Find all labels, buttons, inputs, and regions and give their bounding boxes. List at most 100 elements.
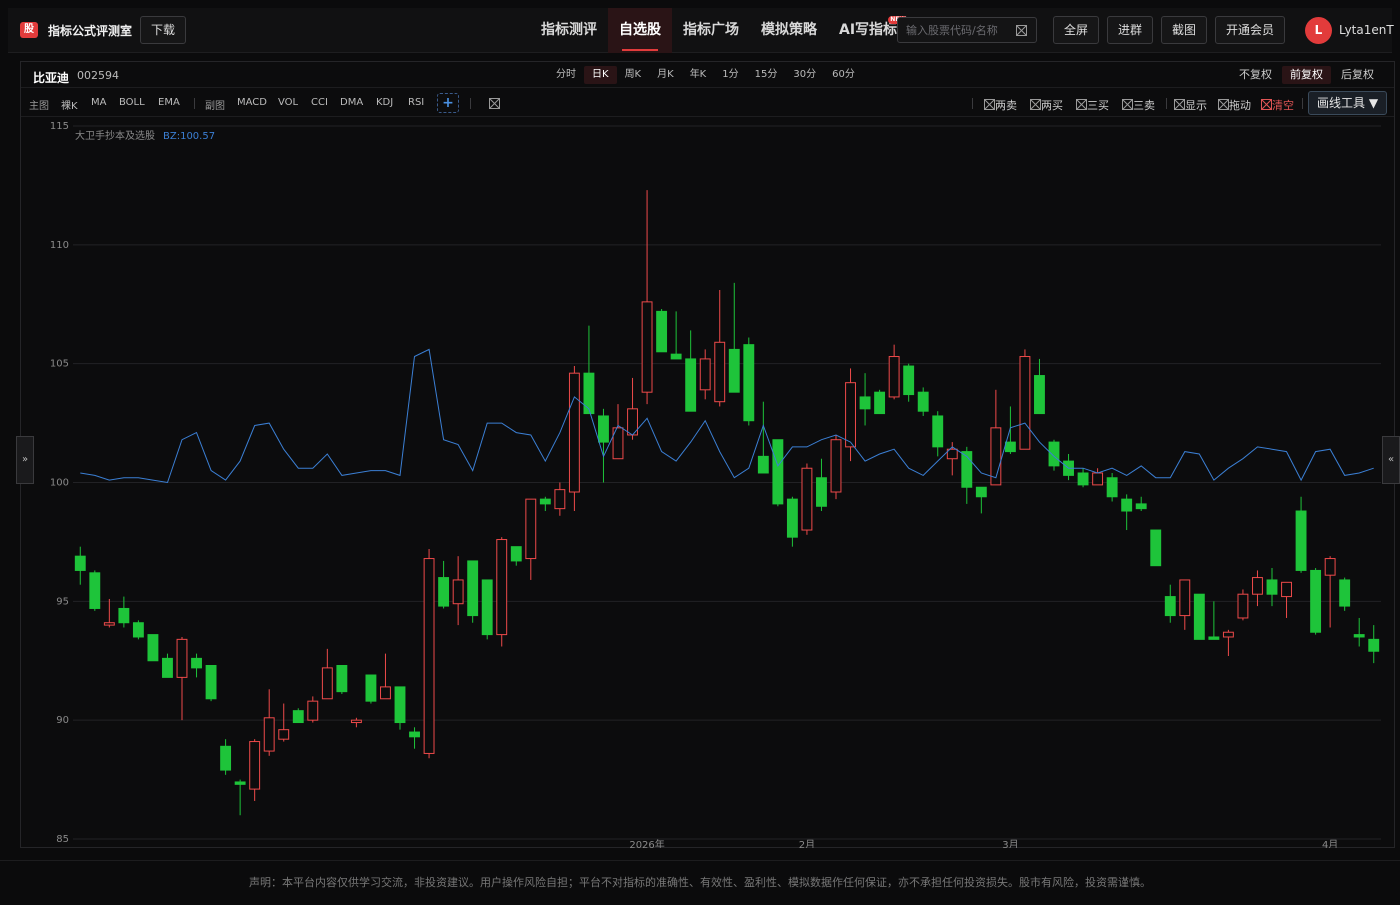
expand-left-icon[interactable]: » xyxy=(16,436,34,484)
nav-item-indicator-review[interactable]: 指标测评 xyxy=(530,8,608,53)
x-tick-label: 4月 xyxy=(1322,839,1338,848)
period-15min[interactable]: 15分 xyxy=(747,66,786,84)
expand-right-icon[interactable]: « xyxy=(1382,436,1400,484)
indicator-kdj[interactable]: KDJ xyxy=(376,97,393,108)
tool-label: 两买 xyxy=(1041,99,1063,112)
indicator-cci[interactable]: CCI xyxy=(311,97,328,108)
indicator-ema[interactable]: EMA xyxy=(158,97,180,108)
checkbox-icon xyxy=(1030,99,1041,110)
candle-body xyxy=(699,358,711,391)
disclaimer: 声明：本平台内容仅供学习交流，非投资建议。用户操作风险自担；平台不对指标的准确性… xyxy=(0,860,1400,900)
candle-body xyxy=(147,634,159,662)
add-indicator-button[interactable]: + xyxy=(437,93,459,113)
candle xyxy=(321,648,333,700)
candle xyxy=(1092,468,1104,486)
adjust-forward[interactable]: 前复权 xyxy=(1282,66,1331,84)
candle-body xyxy=(670,353,682,360)
candle-body xyxy=(1150,529,1162,567)
candle-body xyxy=(205,665,217,700)
candlestick-chart[interactable]: 115110105100959085 2026年 2月 3月 4月 大卫手抄本及选股 … xyxy=(21,118,1394,848)
candle xyxy=(830,434,842,500)
x-tick-label: 2026年 xyxy=(629,838,664,848)
join-group-button[interactable]: 进群 xyxy=(1107,16,1154,44)
candle-body xyxy=(728,348,740,393)
clear-search-icon[interactable] xyxy=(1016,25,1027,36)
open-vip-button[interactable]: 开通会员 xyxy=(1215,16,1286,44)
candle-body xyxy=(1237,593,1249,619)
candle xyxy=(234,779,246,816)
period-daily[interactable]: 日K xyxy=(584,66,617,84)
tool-three-sell[interactable]: 三卖 xyxy=(1122,97,1155,113)
candle xyxy=(1222,629,1234,656)
candle xyxy=(1193,593,1205,640)
tool-show[interactable]: 显示 xyxy=(1174,97,1207,113)
candle-body xyxy=(74,555,86,571)
candle-body xyxy=(89,572,101,609)
username[interactable]: Lyta1enT xyxy=(1339,23,1394,37)
candle xyxy=(1135,496,1147,512)
period-60min[interactable]: 60分 xyxy=(824,66,863,84)
tool-clear[interactable]: 清空 xyxy=(1261,97,1294,113)
adjust-backward[interactable]: 后复权 xyxy=(1333,66,1382,84)
candle xyxy=(568,366,580,512)
period-weekly[interactable]: 周K xyxy=(617,66,650,84)
candle xyxy=(147,634,159,662)
nav-item-indicator-plaza[interactable]: 指标广场 xyxy=(672,8,750,53)
candle-body xyxy=(467,560,479,617)
tool-label: 拖动 xyxy=(1229,99,1251,112)
adjust-none[interactable]: 不复权 xyxy=(1231,66,1280,84)
x-tick-label: 3月 xyxy=(1002,839,1018,848)
indicator-vol[interactable]: VOL xyxy=(278,97,298,108)
top-bar: 股 指标公式评测室 下载 指标测评 自选股 指标广场 模拟策略 AI写指标NEW… xyxy=(8,8,1394,53)
indicator-rsi[interactable]: RSI xyxy=(408,97,424,108)
indicator-ma[interactable]: MA xyxy=(91,97,106,108)
candle-body xyxy=(438,577,450,607)
tool-two-sell[interactable]: 两卖 xyxy=(984,97,1017,113)
period-yearly[interactable]: 年K xyxy=(682,66,715,84)
candle-body xyxy=(641,301,653,393)
candle-body xyxy=(743,344,755,422)
candle-body xyxy=(510,546,522,562)
nav-item-label: AI写指标 xyxy=(839,22,898,38)
candle xyxy=(191,653,202,678)
indicator-macd[interactable]: MACD xyxy=(237,97,267,108)
nav-item-watchlist[interactable]: 自选股 xyxy=(608,8,672,53)
candle-body xyxy=(539,498,551,505)
indicator-boll[interactable]: BOLL xyxy=(119,97,145,108)
candle xyxy=(961,446,973,504)
period-30min[interactable]: 30分 xyxy=(785,66,824,84)
search-input[interactable] xyxy=(906,22,1011,38)
divider xyxy=(470,98,471,109)
candle xyxy=(1237,589,1249,621)
candle-body xyxy=(830,439,842,493)
candle xyxy=(278,703,290,742)
period-intraday[interactable]: 分时 xyxy=(548,66,584,84)
avatar[interactable]: L xyxy=(1305,17,1332,44)
fullscreen-button[interactable]: 全屏 xyxy=(1053,16,1100,44)
nav-item-simulated-strategy[interactable]: 模拟策略 xyxy=(750,8,828,53)
close-indicator-icon[interactable] xyxy=(489,98,500,109)
tool-drag[interactable]: 拖动 xyxy=(1218,97,1251,113)
candle-body xyxy=(249,741,261,790)
candle-body xyxy=(321,667,333,700)
screenshot-button[interactable]: 截图 xyxy=(1161,16,1208,44)
candle xyxy=(249,739,261,801)
period-monthly[interactable]: 月K xyxy=(649,66,682,84)
candle xyxy=(510,546,522,566)
tool-three-buy[interactable]: 三买 xyxy=(1076,97,1109,113)
candle xyxy=(1295,496,1307,573)
candle-body xyxy=(1164,596,1176,617)
download-button[interactable]: 下载 xyxy=(140,16,187,44)
candle-body xyxy=(1353,634,1365,638)
draw-tools-dropdown[interactable]: 画线工具 ▼ xyxy=(1308,91,1387,115)
period-1min[interactable]: 1分 xyxy=(714,66,746,84)
candle xyxy=(786,496,798,547)
candle-body xyxy=(1208,636,1220,640)
indicator-bare-k[interactable]: 裸K xyxy=(61,97,78,112)
indicator-dma[interactable]: DMA xyxy=(340,97,363,108)
candle-body xyxy=(1048,441,1060,467)
candle-body xyxy=(888,356,900,398)
candle xyxy=(990,389,1002,486)
tool-two-buy[interactable]: 两买 xyxy=(1030,97,1063,113)
app-logo: 股 xyxy=(20,22,38,38)
